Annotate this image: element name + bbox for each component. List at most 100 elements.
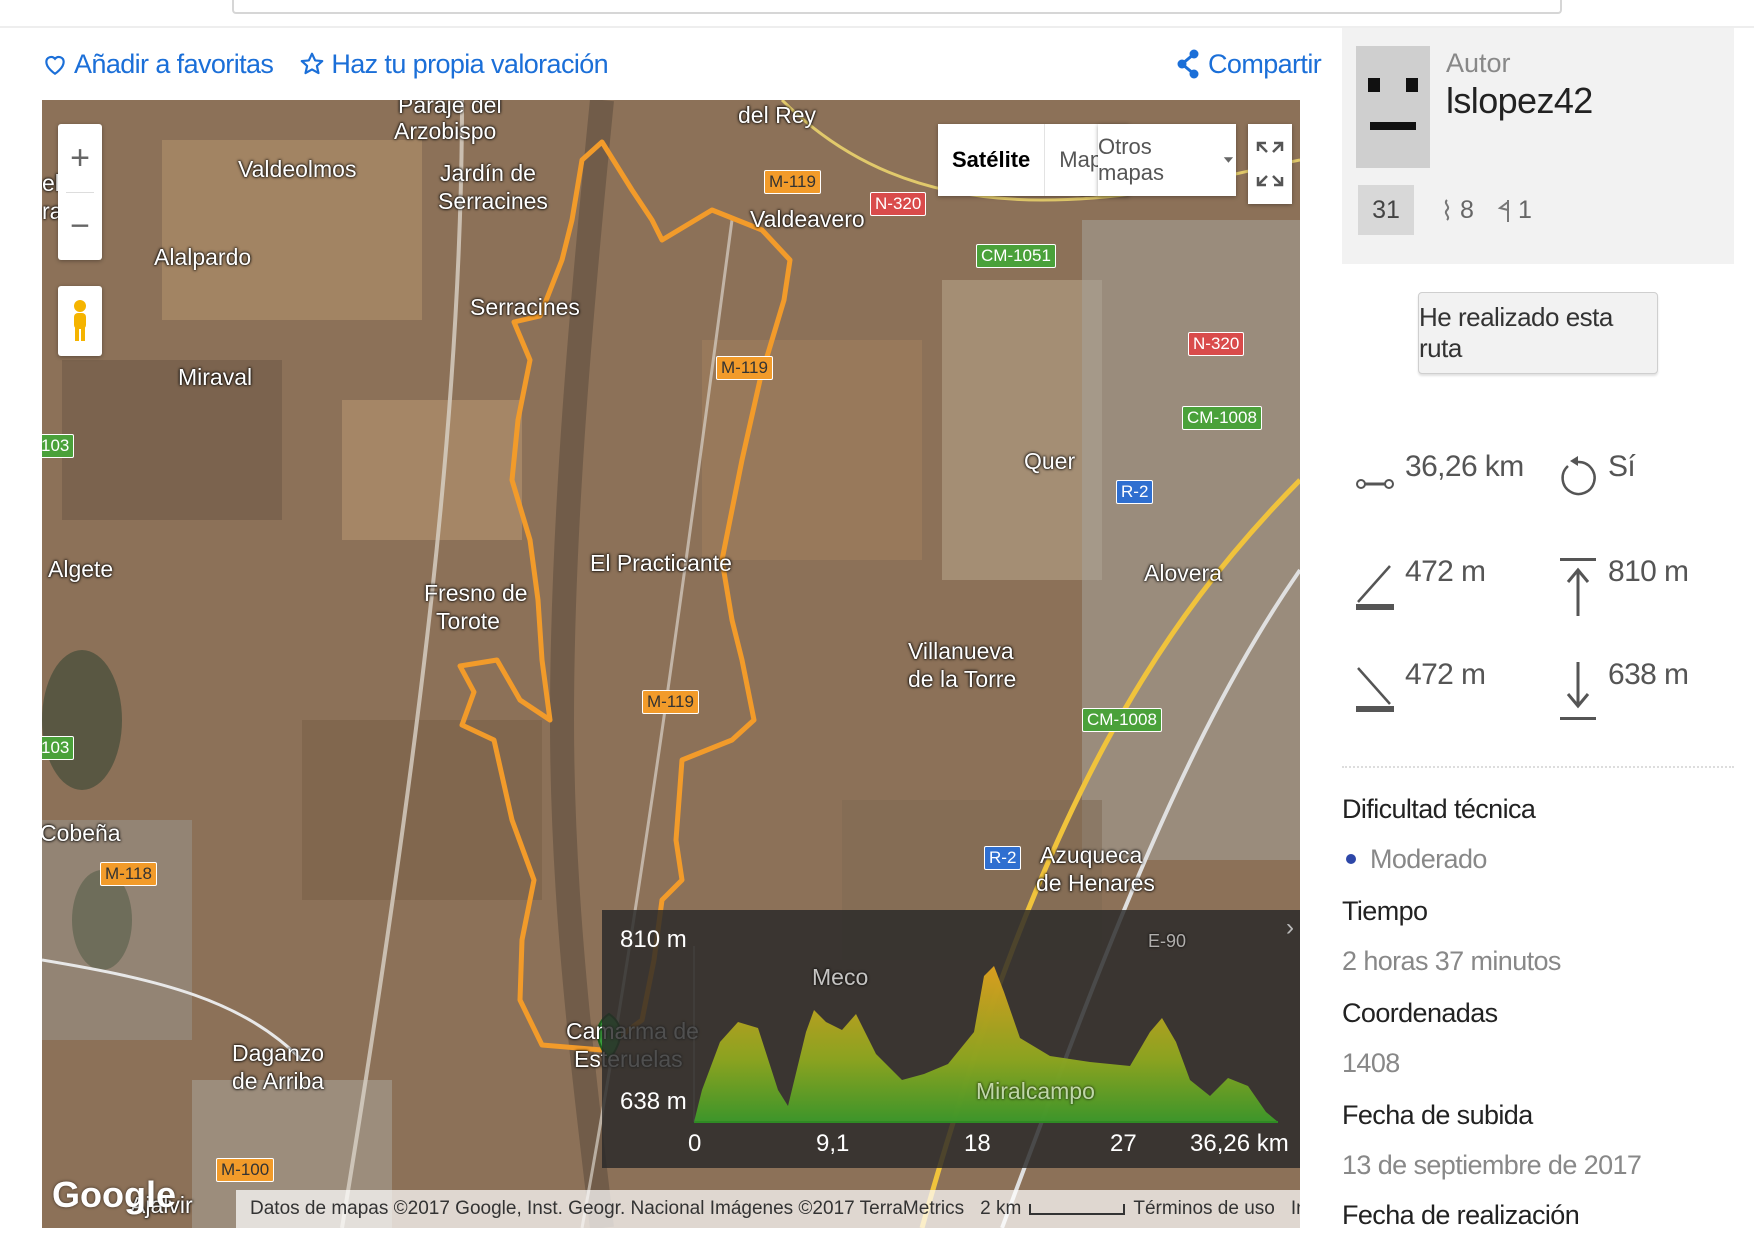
- elevation-profile[interactable]: 810 m 638 m 0 9,1 18 27 36,26 km › Meco …: [602, 910, 1300, 1168]
- google-logo: Google: [52, 1174, 176, 1215]
- place-label: E-90: [1148, 931, 1187, 951]
- descent-altitude-value: 638 m: [1608, 658, 1689, 691]
- place-label: Meco: [812, 964, 869, 990]
- done-route-button[interactable]: He realizado esta ruta: [1418, 292, 1658, 374]
- other-maps-dropdown[interactable]: Otros mapas: [1098, 124, 1236, 196]
- road-shield: 103: [42, 434, 75, 458]
- difficulty-dot: [1346, 854, 1356, 864]
- place-label: Alalpardo: [154, 244, 252, 270]
- place-label: Daganzo: [232, 1040, 325, 1066]
- zoom-divider: [66, 192, 94, 193]
- terms-link[interactable]: Términos de uso: [1133, 1198, 1275, 1220]
- rate-route-link[interactable]: Haz tu propia valoración: [299, 48, 609, 80]
- place-label: Quer: [1024, 448, 1076, 474]
- loop-icon: [1561, 456, 1596, 496]
- min-elevation-icon: [1560, 662, 1596, 720]
- add-favorite-link[interactable]: Añadir a favoritas: [42, 48, 274, 80]
- descent-icon: [1356, 667, 1394, 712]
- max-altitude-icon: [1560, 558, 1596, 616]
- min-altitude-icon: [1356, 565, 1394, 610]
- upload-date-label: Fecha de subida: [1342, 1100, 1533, 1130]
- distance-icon: [1356, 479, 1394, 489]
- author-name[interactable]: lslopez42: [1446, 80, 1593, 122]
- difficulty-value: Moderado: [1342, 844, 1487, 875]
- place-label: Cobeña: [42, 820, 121, 846]
- attribution-data: Datos de mapas ©2017 Google, Inst. Geogr…: [250, 1198, 965, 1219]
- browser-top: [0, 0, 1754, 28]
- road-shield: N-320: [1188, 332, 1245, 356]
- place-label: Serracines: [438, 188, 548, 214]
- following-count: 1: [1518, 196, 1532, 224]
- road-shield: M-119: [764, 170, 821, 194]
- add-favorite-label: Añadir a favoritas: [74, 48, 274, 79]
- road-shield: CM-1008: [1182, 406, 1262, 430]
- map-type-satellite[interactable]: Satélite: [938, 124, 1046, 196]
- road-shield: M-118: [100, 862, 157, 886]
- road-shield: M-119: [716, 356, 773, 380]
- place-label: de la Torre: [908, 666, 1017, 692]
- top-search-box[interactable]: [232, 0, 1562, 14]
- author-label: Autor: [1446, 48, 1511, 78]
- pegman-icon: [74, 300, 86, 341]
- time-label: Tiempo: [1342, 896, 1428, 926]
- coordinates-label: Coordenadas: [1342, 998, 1498, 1028]
- author-followers[interactable]: 8: [1438, 196, 1474, 225]
- completion-date-label: Fecha de realización: [1342, 1200, 1580, 1230]
- place-label: Arzobispo: [394, 118, 497, 144]
- author-card: Autor lslopez42 31 8 1: [1342, 28, 1734, 264]
- elevation-x-tick: 9,1: [816, 1130, 850, 1157]
- road-shield: N-320: [870, 192, 927, 216]
- heart-icon: [45, 55, 65, 76]
- difficulty-label: Dificultad técnica: [1342, 794, 1536, 824]
- road-shield: CM-1008: [1082, 708, 1162, 732]
- place-label: Valdeolmos: [238, 156, 357, 182]
- map-attribution: Datos de mapas ©2017 Google, Inst. Geogr…: [236, 1190, 1300, 1228]
- elevation-min-label: 638 m: [620, 1088, 687, 1115]
- zoom-out-button[interactable]: −: [58, 192, 102, 260]
- avatar[interactable]: [1356, 46, 1430, 168]
- place-label: El Practicante: [590, 550, 732, 576]
- star-icon: [300, 52, 324, 75]
- default-avatar-icon: [1368, 78, 1418, 130]
- street-view-pegman[interactable]: [58, 286, 102, 356]
- followers-icon: [1444, 198, 1450, 221]
- share-link[interactable]: Compartir: [1176, 44, 1322, 84]
- road-shield: R-2: [984, 846, 1022, 870]
- place-label: Miraval: [178, 364, 253, 390]
- min-altitude-b-value: 472 m: [1405, 658, 1486, 691]
- share-label: Compartir: [1208, 48, 1322, 79]
- route-map[interactable]: Paraje del Arzobispo del Rey Valdeolmos …: [42, 100, 1300, 1228]
- place-label: Alovera: [1144, 560, 1222, 586]
- elevation-x-tick: 36,26 km: [1190, 1130, 1289, 1157]
- loop-value: Sí: [1608, 450, 1636, 483]
- road-shield: R-2: [1116, 480, 1154, 504]
- fullscreen-icon: [1256, 141, 1284, 187]
- place-label: Miralcampo: [976, 1078, 1095, 1104]
- report-error-link[interactable]: Informar de un error de Maps: [1291, 1198, 1300, 1220]
- caret-down-icon: [1223, 157, 1234, 163]
- elevation-x-tick: 0: [688, 1130, 702, 1157]
- place-label: Valdeavero: [750, 206, 865, 232]
- place-label: Fresno de: [424, 580, 528, 606]
- difficulty-text: Moderado: [1370, 844, 1487, 874]
- place-label: Azuqueca: [1040, 842, 1143, 868]
- details-divider: [1342, 766, 1734, 768]
- elevation-x-tick: 18: [964, 1130, 991, 1157]
- place-label: del Rey: [738, 102, 816, 128]
- elevation-expand-arrow[interactable]: ›: [1286, 914, 1294, 942]
- elevation-x-tick: 27: [1110, 1130, 1137, 1157]
- road-shield: CM-1051: [976, 244, 1056, 268]
- coordinates-value: 1408: [1342, 1048, 1400, 1078]
- road-shield: 103: [42, 736, 75, 760]
- min-altitude-a-value: 472 m: [1405, 555, 1486, 588]
- other-maps-label: Otros mapas: [1098, 134, 1165, 185]
- author-routes-count[interactable]: 31: [1358, 185, 1414, 235]
- road-shield: M-119: [642, 690, 699, 714]
- scale-label: 2 km: [980, 1198, 1022, 1219]
- share-icon: [1177, 49, 1199, 79]
- fullscreen-button[interactable]: [1248, 124, 1292, 204]
- zoom-in-button[interactable]: +: [58, 124, 102, 192]
- place-label: Algete: [48, 556, 114, 582]
- author-following[interactable]: 1: [1496, 196, 1532, 225]
- rate-route-label: Haz tu propia valoración: [331, 48, 609, 79]
